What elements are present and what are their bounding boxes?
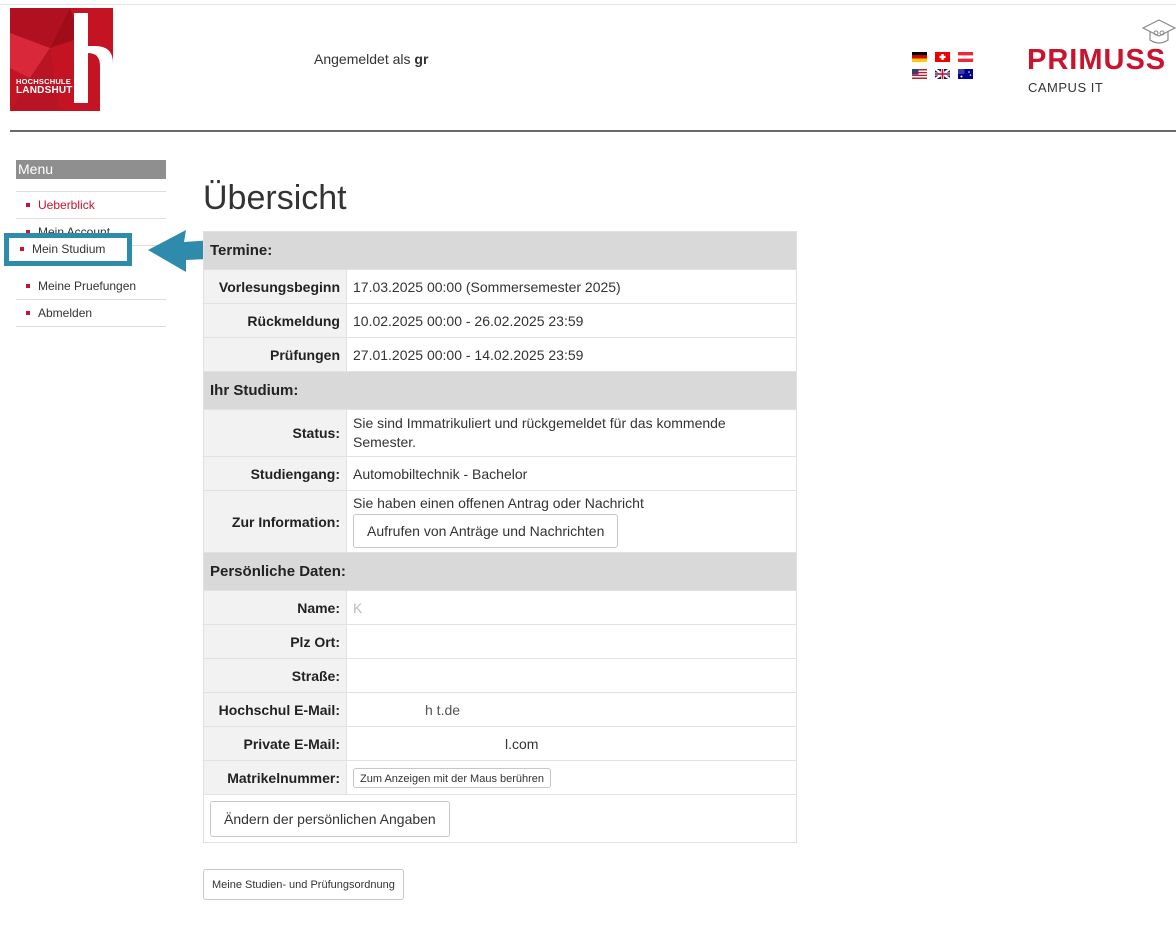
hs-email-label: Hochschul E-Mail: (203, 692, 347, 727)
flag-at-icon[interactable] (958, 52, 973, 62)
table-row: Ändern der persönlichen Angaben (203, 794, 797, 843)
table-row: Studiengang: Automobiltechnik - Bachelor (203, 456, 797, 491)
rueckmeldung-value: 10.02.2025 00:00 - 26.02.2025 23:59 (346, 303, 797, 338)
sidebar-item-label: Abmelden (38, 306, 93, 320)
sidebar-item-ueberblick[interactable]: Ueberblick (16, 192, 166, 219)
logged-in-prefix: Angemeldet als (314, 51, 415, 67)
logged-in-user: gr (414, 51, 429, 67)
flag-de-icon[interactable] (912, 52, 927, 62)
flag-us-icon[interactable] (912, 69, 927, 79)
studiengang-label: Studiengang: (203, 456, 347, 491)
section-title: Ihr Studium: (203, 371, 797, 410)
table-row: Status: Sie sind Immatrikuliert und rück… (203, 409, 797, 457)
sidebar-item-label: Mein Studium (32, 242, 106, 256)
table-row: Hochschul E-Mail: h t.de (203, 692, 797, 727)
sidebar-item-mein-studium[interactable]: Mein Studium (9, 238, 127, 261)
pruefungen-value: 27.01.2025 00:00 - 14.02.2025 23:59 (346, 337, 797, 372)
table-row: Matrikelnummer: Zum Anzeigen mit der Mau… (203, 760, 797, 795)
sidebar-item-abmelden[interactable]: Abmelden (16, 300, 166, 327)
bullet-icon (26, 202, 30, 207)
rueckmeldung-label: Rückmeldung (203, 303, 347, 338)
strasse-value (346, 658, 797, 693)
section-studium: Ihr Studium: (203, 371, 797, 410)
plz-ort-label: Plz Ort: (203, 624, 347, 659)
menu-header: Menu (16, 160, 166, 179)
hochschule-landshut-logo[interactable]: HOCHSCHULE LANDSHUT (10, 8, 113, 111)
logged-in-status: Angemeldet als gr (314, 51, 428, 67)
section-termine: Termine: (203, 231, 797, 270)
overview-table: Termine: Vorlesungsbeginn 17.03.2025 00:… (203, 231, 797, 843)
section-persoenlich: Persönliche Daten: (203, 552, 797, 591)
campus-it-label: CAMPUS IT (1028, 80, 1104, 95)
table-row: Zur Information: Sie haben einen offenen… (203, 490, 797, 553)
logo-line2: LANDSHUT (16, 85, 73, 96)
top-divider (0, 4, 1176, 5)
status-label: Status: (203, 409, 347, 457)
section-title: Persönliche Daten: (203, 552, 797, 591)
status-value: Sie sind Immatrikuliert und rückgemeldet… (346, 409, 797, 457)
language-selector (912, 52, 982, 82)
info-label: Zur Information: (203, 490, 347, 553)
primuss-brand: PRIMUSS (1027, 44, 1167, 76)
name-value: K (346, 590, 797, 625)
highlight-frame: Mein Studium (4, 233, 132, 266)
flag-uk-icon[interactable] (935, 69, 950, 79)
strasse-label: Straße: (203, 658, 347, 693)
flag-ch-icon[interactable] (935, 52, 950, 62)
table-row: Rückmeldung 10.02.2025 00:00 - 26.02.202… (203, 303, 797, 338)
bullet-icon (20, 246, 24, 251)
plz-ort-value (346, 624, 797, 659)
table-row: Plz Ort: (203, 624, 797, 659)
sidebar-item-label: Ueberblick (38, 198, 95, 212)
table-row: Vorlesungsbeginn 17.03.2025 00:00 (Somme… (203, 269, 797, 304)
private-email-label: Private E-Mail: (203, 726, 347, 761)
sidebar-item-meine-pruefungen[interactable]: Meine Pruefungen (16, 273, 166, 300)
matrikel-label: Matrikelnummer: (203, 760, 347, 795)
private-email-value: l.com (346, 726, 797, 761)
vorlesungsbeginn-label: Vorlesungsbeginn (203, 269, 347, 304)
studiengang-value: Automobiltechnik - Bachelor (346, 456, 797, 491)
info-value: Sie haben einen offenen Antrag oder Nach… (353, 495, 644, 511)
bullet-icon (26, 310, 30, 315)
table-row: Name: K (203, 590, 797, 625)
sidebar-item-label: Meine Pruefungen (38, 279, 137, 293)
bullet-icon (26, 283, 30, 288)
show-matrikel-button[interactable]: Zum Anzeigen mit der Maus berühren (353, 767, 552, 788)
matrikel-cell: Zum Anzeigen mit der Maus berühren (346, 760, 797, 795)
study-regulations-button[interactable]: Meine Studien- und Prüfungsordnung (203, 869, 404, 900)
open-requests-button[interactable]: Aufrufen von Anträge und Nachrichten (353, 514, 619, 548)
table-row: Straße: (203, 658, 797, 693)
edit-cell: Ändern der persönlichen Angaben (203, 794, 797, 843)
table-row: Prüfungen 27.01.2025 00:00 - 14.02.2025 … (203, 337, 797, 372)
edit-personal-data-button[interactable]: Ändern der persönlichen Angaben (210, 800, 450, 837)
header-divider (10, 130, 1176, 132)
name-label: Name: (203, 590, 347, 625)
vorlesungsbeginn-value: 17.03.2025 00:00 (Sommersemester 2025) (346, 269, 797, 304)
pruefungen-label: Prüfungen (203, 337, 347, 372)
table-row: Private E-Mail: l.com (203, 726, 797, 761)
info-cell: Sie haben einen offenen Antrag oder Nach… (346, 490, 797, 553)
flag-au-icon[interactable] (958, 69, 973, 79)
logo-text: HOCHSCHULE LANDSHUT (16, 78, 73, 96)
hs-email-value: h t.de (346, 692, 797, 727)
page-title: Übersicht (203, 179, 347, 217)
section-title: Termine: (203, 231, 797, 270)
